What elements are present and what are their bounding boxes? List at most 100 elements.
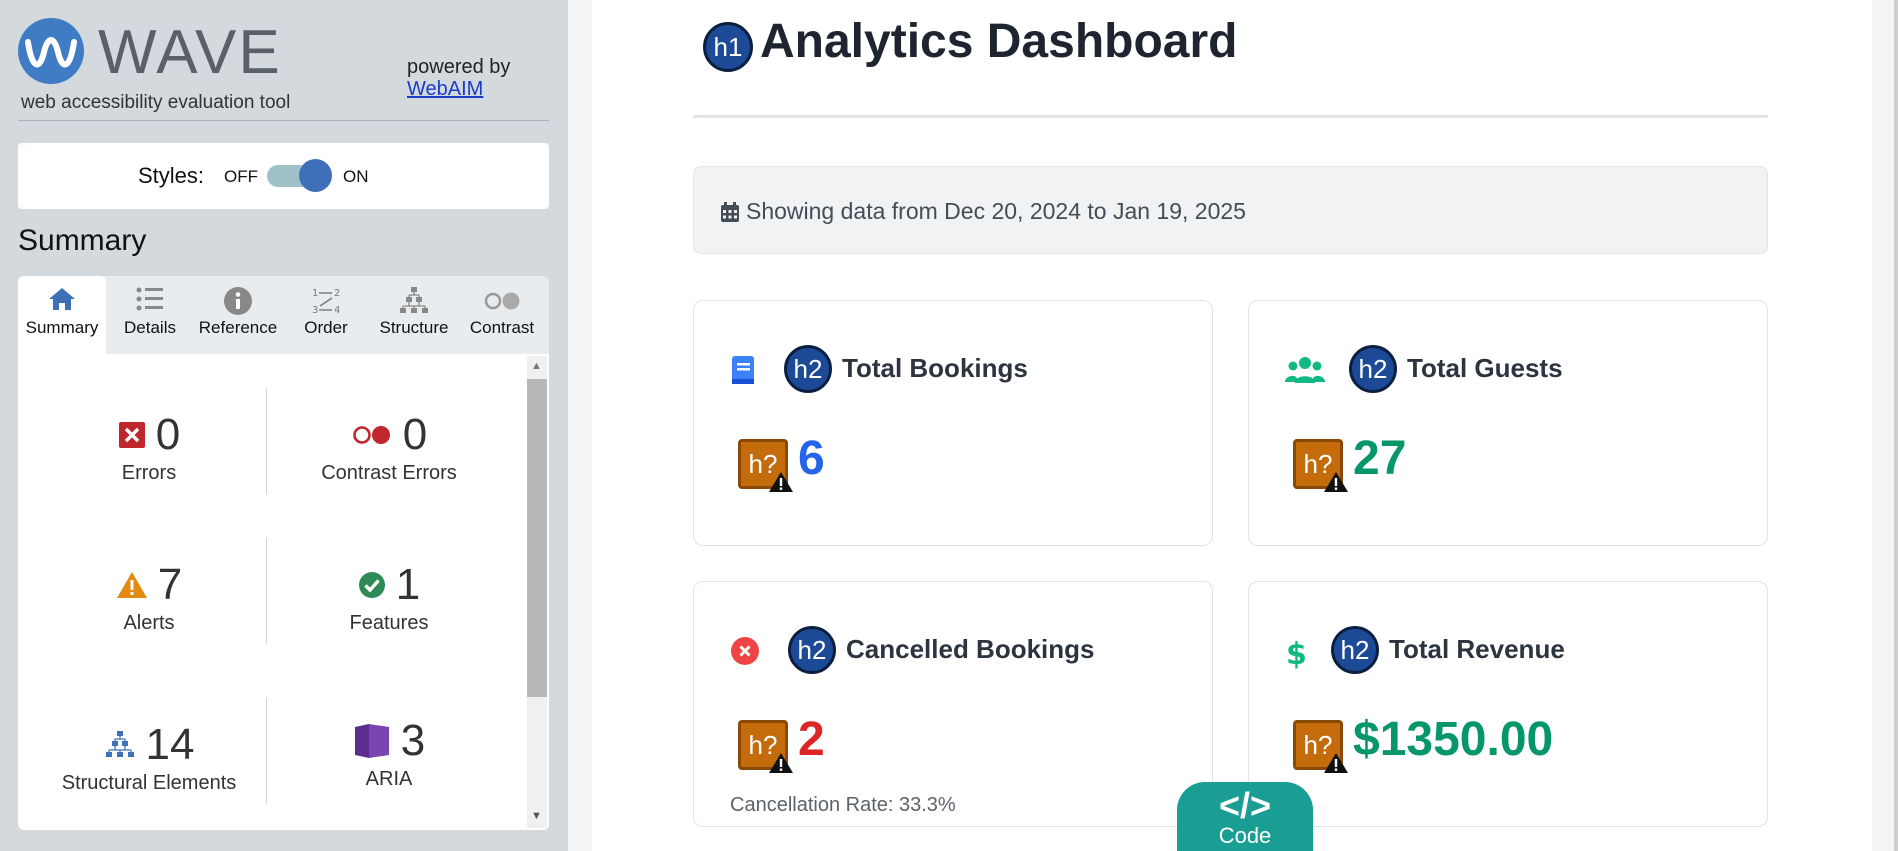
date-range-text: Showing data from Dec 20, 2024 to Jan 19… — [746, 198, 1246, 224]
stat-features[interactable]: 1 Features — [274, 560, 504, 635]
info-icon — [224, 287, 252, 315]
contrast-error-icon — [352, 426, 390, 444]
dollar-icon: $ — [1286, 637, 1307, 670]
tab-order[interactable]: 1 2 3 4 Order — [282, 276, 370, 354]
structural-elements-count: 14 — [145, 720, 195, 769]
contrast-errors-count: 0 — [402, 410, 428, 459]
alerts-label: Alerts — [123, 612, 175, 634]
svg-text:$: $ — [1286, 637, 1307, 670]
stat-errors[interactable]: 0 Errors — [34, 410, 264, 485]
h2-heading-badge[interactable]: h2 — [1331, 626, 1379, 674]
svg-text:1: 1 — [312, 288, 318, 299]
alert-icon — [116, 572, 147, 598]
structure-icon — [400, 287, 428, 313]
card-total-revenue: $ h2 Total Revenue h? $1350.00 — [1248, 581, 1768, 827]
svg-text:3: 3 — [312, 305, 318, 316]
features-count: 1 — [395, 560, 421, 609]
tab-contrast[interactable]: Contrast — [458, 276, 546, 354]
tab-details[interactable]: Details — [106, 276, 194, 354]
panel-scrollbar-thumb[interactable] — [527, 379, 547, 697]
powered-by: powered by WebAIM — [407, 56, 510, 100]
tab-summary[interactable]: Summary — [18, 276, 106, 354]
styles-off-label: OFF — [224, 167, 258, 186]
wave-logo[interactable]: WAVE powered by WebAIM — [18, 18, 548, 100]
feature-icon — [358, 572, 385, 598]
cancel-circle-icon — [731, 637, 759, 665]
stat-aria[interactable]: 3 ARIA — [274, 716, 504, 791]
powered-by-text: powered by — [407, 56, 511, 78]
card-title: Cancelled Bookings — [846, 634, 1095, 664]
svg-text:4: 4 — [334, 305, 340, 316]
wave-tagline: web accessibility evaluation tool — [21, 92, 291, 113]
card-total-bookings: h2 Total Bookings h? 6 — [693, 300, 1213, 546]
card-total-guests: h2 Total Guests h? 27 — [1248, 300, 1768, 546]
card-title: Total Bookings — [842, 353, 1028, 383]
styles-toggle-panel: Styles: OFF ON — [18, 143, 549, 209]
h2-heading-badge[interactable]: h2 — [788, 626, 836, 674]
tab-reference-label: Reference — [198, 318, 278, 337]
home-icon — [49, 288, 75, 310]
calendar-icon — [721, 202, 739, 222]
page-scrollbar[interactable] — [1894, 0, 1898, 851]
warning-icon — [1324, 472, 1348, 492]
errors-label: Errors — [121, 462, 177, 484]
wave-logo-icon — [18, 18, 84, 84]
title-divider — [693, 115, 1768, 118]
wave-sidebar: WAVE powered by WebAIM web accessibility… — [0, 0, 568, 851]
error-icon — [118, 422, 145, 448]
card-title: Total Guests — [1407, 353, 1563, 383]
styles-toggle-knob[interactable] — [299, 159, 332, 192]
tab-structure[interactable]: Structure — [370, 276, 458, 354]
card-cancelled-bookings: h2 Cancelled Bookings h? 2 Cancellation … — [693, 581, 1213, 827]
stat-contrast-errors[interactable]: 0 Contrast Errors — [274, 410, 504, 485]
warning-icon — [769, 753, 793, 773]
features-label: Features — [349, 612, 429, 634]
sidebar-divider — [18, 120, 549, 121]
aria-count: 3 — [400, 716, 426, 765]
aria-label: ARIA — [365, 768, 413, 790]
tab-details-label: Details — [124, 318, 176, 337]
card-title: Total Revenue — [1389, 634, 1565, 664]
aria-icon — [354, 724, 389, 758]
list-icon — [136, 287, 163, 311]
structural-elements-label: Structural Elements — [61, 772, 237, 794]
stat-structural-elements[interactable]: 14 Structural Elements — [34, 720, 264, 795]
tab-contrast-label: Contrast — [469, 318, 535, 337]
h2-heading-badge[interactable]: h2 — [1349, 345, 1397, 393]
styles-label: Styles: — [138, 163, 205, 188]
alerts-count: 7 — [157, 560, 183, 609]
tab-order-label: Order — [304, 318, 348, 337]
wave-logo-text: WAVE — [98, 18, 282, 87]
contrast-icon — [484, 292, 520, 310]
code-label: Code — [1218, 823, 1272, 848]
stat-divider — [266, 538, 267, 644]
svg-text:2: 2 — [334, 288, 340, 299]
code-icon: </> — [1218, 785, 1272, 826]
tab-structure-label: Structure — [379, 318, 449, 337]
card-value: 2 — [798, 713, 825, 766]
cancellation-rate: Cancellation Rate: 33.3% — [730, 794, 956, 816]
book-icon — [732, 356, 754, 384]
code-toggle-button[interactable]: </> Code — [1177, 782, 1313, 851]
warning-icon — [769, 472, 793, 492]
date-range-bar: Showing data from Dec 20, 2024 to Jan 19… — [693, 166, 1768, 254]
webaim-link[interactable]: WebAIM — [407, 78, 510, 100]
card-value: $1350.00 — [1353, 713, 1554, 766]
order-icon: 1 2 3 4 — [312, 288, 340, 316]
users-icon — [1285, 357, 1325, 383]
stat-divider — [266, 698, 267, 804]
structural-element-icon — [105, 731, 134, 757]
page-title: Analytics Dashboard — [760, 15, 1238, 68]
summary-heading: Summary — [18, 224, 147, 257]
tab-reference[interactable]: Reference — [194, 276, 282, 354]
stat-alerts[interactable]: 7 Alerts — [34, 560, 264, 635]
card-value: 27 — [1353, 432, 1407, 485]
contrast-errors-label: Contrast Errors — [321, 462, 457, 484]
scroll-down-arrow-icon[interactable]: ▼ — [531, 810, 542, 822]
styles-on-label: ON — [343, 167, 369, 186]
scroll-up-arrow-icon[interactable]: ▲ — [531, 360, 542, 372]
h1-heading-badge[interactable]: h1 — [703, 22, 753, 72]
h2-heading-badge[interactable]: h2 — [784, 345, 832, 393]
tab-summary-label: Summary — [25, 318, 99, 337]
styles-toggle[interactable] — [267, 159, 332, 192]
